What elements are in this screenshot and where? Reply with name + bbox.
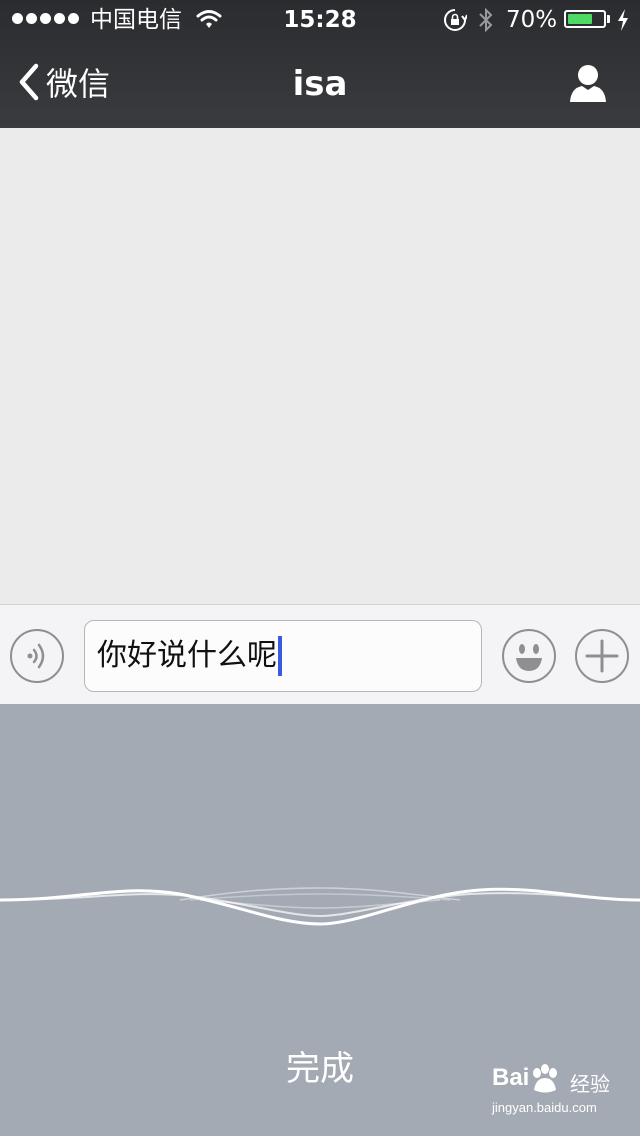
back-button[interactable]: 微信 xyxy=(18,62,110,106)
input-toolbar: 你好说什么呢 xyxy=(0,604,640,704)
battery-percentage: 70% xyxy=(506,7,558,33)
charging-icon xyxy=(616,8,630,36)
battery-icon xyxy=(564,10,606,28)
signal-dot xyxy=(40,13,51,24)
person-icon xyxy=(568,65,608,106)
profile-button[interactable] xyxy=(568,64,612,104)
chat-message-area[interactable] xyxy=(0,128,640,604)
message-input[interactable]: 你好说什么呢 xyxy=(84,620,482,692)
bluetooth-icon xyxy=(477,6,495,38)
voice-input-panel: 完成 Bai 经验 jingyan.baidu.com xyxy=(0,704,640,1136)
navigation-bar: 微信 isa xyxy=(0,40,640,128)
paw-icon xyxy=(528,1064,562,1100)
signal-strength xyxy=(12,13,79,24)
signal-dot xyxy=(54,13,65,24)
top-bar: 中国电信 15:28 70% 微信 isa xyxy=(0,0,640,128)
signal-dot xyxy=(12,13,23,24)
emoji-button[interactable] xyxy=(502,629,556,683)
rotation-lock-icon xyxy=(443,8,468,36)
voice-input-button[interactable] xyxy=(10,629,64,683)
battery-tip xyxy=(607,15,610,23)
signal-dot xyxy=(68,13,79,24)
wifi-icon xyxy=(196,9,222,33)
message-input-text: 你好说什么呢 xyxy=(97,638,277,673)
battery-level xyxy=(568,14,592,24)
signal-dot xyxy=(26,13,37,24)
smiley-icon xyxy=(504,644,554,685)
status-bar: 中国电信 15:28 70% xyxy=(0,0,640,40)
sound-wave-icon xyxy=(0,864,640,948)
back-label: 微信 xyxy=(46,65,111,103)
more-options-button[interactable] xyxy=(575,629,629,683)
voice-icon xyxy=(12,643,62,685)
plus-icon xyxy=(577,639,627,685)
carrier-name: 中国电信 xyxy=(90,7,182,33)
chevron-left-icon xyxy=(18,63,40,105)
text-cursor xyxy=(278,636,282,676)
watermark-url: jingyan.baidu.com xyxy=(492,1100,597,1115)
watermark-suffix: 经验 xyxy=(570,1072,610,1096)
watermark: Bai 经验 jingyan.baidu.com xyxy=(492,1064,632,1124)
watermark-logo: Bai xyxy=(492,1064,530,1091)
